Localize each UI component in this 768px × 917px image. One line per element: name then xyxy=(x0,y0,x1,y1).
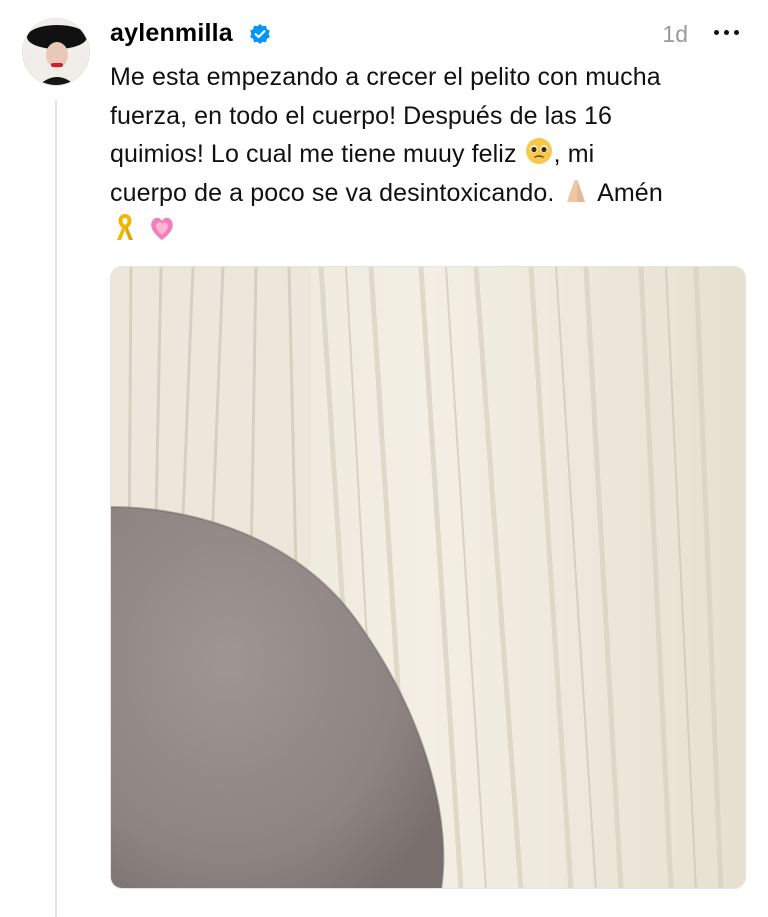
pleading-face-emoji xyxy=(524,136,554,166)
thread-line xyxy=(55,100,57,917)
verified-badge-icon xyxy=(249,23,271,45)
post-header: aylenmilla 1d xyxy=(110,16,750,50)
post-image[interactable] xyxy=(110,266,746,889)
post-text-line xyxy=(110,212,755,251)
post-text-line: Me esta empezando a crecer el pelito con… xyxy=(110,63,661,91)
post-text-segment: quimios! Lo cual me tiene muuy feliz xyxy=(110,140,517,168)
yellow-ribbon-emoji xyxy=(110,213,140,243)
post-text-line: fuerza, en todo el cuerpo! Después de la… xyxy=(110,101,612,130)
username-link[interactable]: aylenmilla xyxy=(110,19,233,48)
thread-post: aylenmilla 1d Me esta empezando a crecer… xyxy=(0,0,768,917)
post-text-line: cuerpo de a poco se va desintoxicando. A… xyxy=(110,174,755,213)
post-text-segment: Amén xyxy=(597,178,663,207)
post-text-segment: , mi xyxy=(553,140,595,168)
post-timestamp: 1d xyxy=(662,21,688,47)
post-text-line: quimios! Lo cual me tiene muuy feliz , m… xyxy=(110,135,755,174)
growing-heart-emoji xyxy=(147,213,177,243)
post-text: Me esta empezando a crecer el pelito con… xyxy=(110,58,755,251)
avatar[interactable] xyxy=(22,18,90,86)
folded-hands-emoji xyxy=(561,175,591,205)
more-options-icon[interactable] xyxy=(710,16,744,46)
post-text-segment: cuerpo de a poco se va desintoxicando. xyxy=(110,178,555,207)
